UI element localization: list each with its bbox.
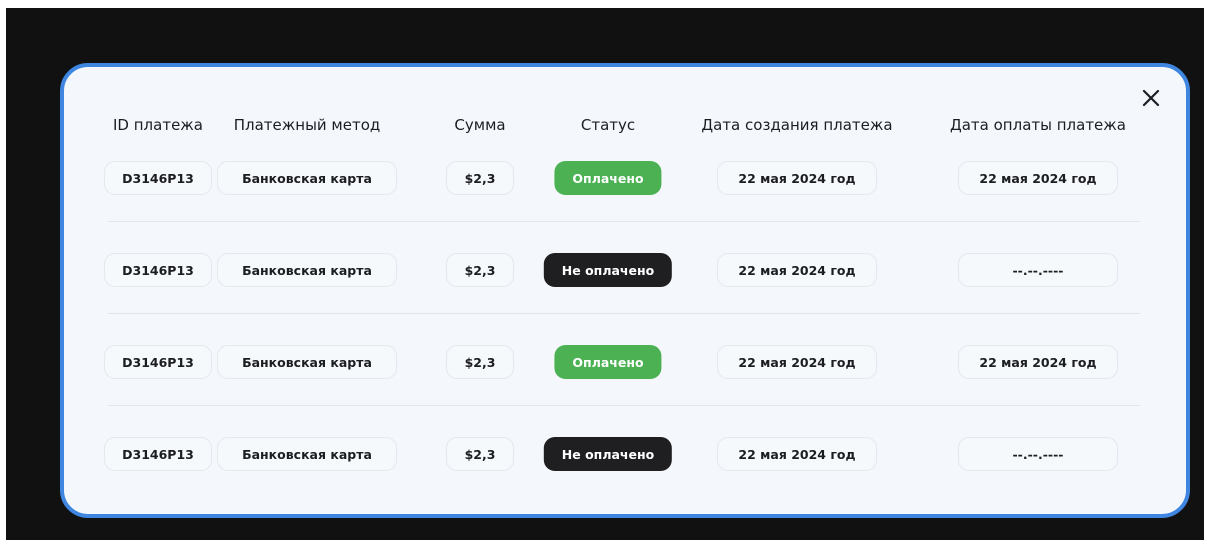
amount-cell: $2,3	[446, 253, 514, 287]
created-date-column: 22 мая 2024 год	[717, 344, 877, 380]
amount-column: $2,3	[446, 436, 514, 472]
status-badge: Оплачено	[554, 160, 662, 196]
status-badge: Не оплачено	[543, 252, 673, 288]
payment-method-column: Банковская карта	[217, 436, 397, 472]
amount-cell: $2,3	[446, 161, 514, 195]
payment-id-column: D3146P13	[104, 160, 212, 196]
close-button[interactable]	[1140, 87, 1162, 109]
header-method: Платежный метод	[233, 116, 381, 134]
amount-cell: $2,3	[446, 437, 514, 471]
table-row: D3146P13 Банковская карта $2,3 Оплачено 22 м…	[64, 160, 1186, 196]
created-date-cell: 22 мая 2024 год	[717, 437, 877, 471]
header-status: Статус	[580, 116, 636, 134]
paid-date-column: --.--.----	[958, 252, 1118, 288]
created-date-cell: 22 мая 2024 год	[717, 161, 877, 195]
payment-method-cell: Банковская карта	[217, 437, 397, 471]
payment-id-column: D3146P13	[104, 436, 212, 472]
payment-method-column: Банковская карта	[217, 344, 397, 380]
status-badge: Оплачено	[554, 161, 662, 195]
payment-id-cell: D3146P13	[104, 253, 212, 287]
amount-column: $2,3	[446, 344, 514, 380]
header-paid-date: Дата оплаты платежа	[950, 116, 1126, 134]
status-badge: Оплачено	[554, 344, 662, 380]
row-divider	[108, 221, 1140, 222]
created-date-column: 22 мая 2024 год	[717, 436, 877, 472]
status-badge: Не оплачено	[543, 253, 673, 287]
payment-id-cell: D3146P13	[104, 437, 212, 471]
amount-column: $2,3	[446, 252, 514, 288]
table-row: D3146P13 Банковская карта $2,3 Оплачено 22 м…	[64, 344, 1186, 380]
paid-date-column: 22 мая 2024 год	[958, 160, 1118, 196]
payments-modal: ID платежа Платежный метод Сумма Статус …	[60, 63, 1190, 518]
payment-method-cell: Банковская карта	[217, 253, 397, 287]
payment-id-cell: D3146P13	[104, 345, 212, 379]
created-date-column: 22 мая 2024 год	[717, 252, 877, 288]
status-badge: Оплачено	[554, 345, 662, 379]
row-divider	[108, 405, 1140, 406]
header-id: ID платежа	[113, 116, 203, 134]
paid-date-column: --.--.----	[958, 436, 1118, 472]
payment-method-column: Банковская карта	[217, 160, 397, 196]
created-date-cell: 22 мая 2024 год	[717, 345, 877, 379]
payment-id-column: D3146P13	[104, 344, 212, 380]
payment-method-column: Банковская карта	[217, 252, 397, 288]
paid-date-column: 22 мая 2024 год	[958, 344, 1118, 380]
payment-method-cell: Банковская карта	[217, 161, 397, 195]
status-badge: Не оплачено	[543, 436, 673, 472]
amount-column: $2,3	[446, 160, 514, 196]
table-row: D3146P13 Банковская карта $2,3 Не оплачено 2…	[64, 436, 1186, 472]
amount-cell: $2,3	[446, 345, 514, 379]
status-badge: Не оплачено	[543, 437, 673, 471]
header-amount: Сумма	[454, 116, 506, 134]
payment-method-cell: Банковская карта	[217, 345, 397, 379]
payment-id-column: D3146P13	[104, 252, 212, 288]
table-header: ID платежа Платежный метод Сумма Статус …	[64, 113, 1186, 137]
created-date-column: 22 мая 2024 год	[717, 160, 877, 196]
created-date-cell: 22 мая 2024 год	[717, 253, 877, 287]
header-created-date: Дата создания платежа	[701, 116, 893, 134]
payment-id-cell: D3146P13	[104, 161, 212, 195]
close-icon	[1142, 89, 1160, 107]
paid-date-cell: --.--.----	[958, 437, 1118, 471]
row-divider	[108, 313, 1140, 314]
paid-date-cell: --.--.----	[958, 253, 1118, 287]
table-row: D3146P13 Банковская карта $2,3 Не оплачено 2…	[64, 252, 1186, 288]
paid-date-cell: 22 мая 2024 год	[958, 345, 1118, 379]
paid-date-cell: 22 мая 2024 год	[958, 161, 1118, 195]
